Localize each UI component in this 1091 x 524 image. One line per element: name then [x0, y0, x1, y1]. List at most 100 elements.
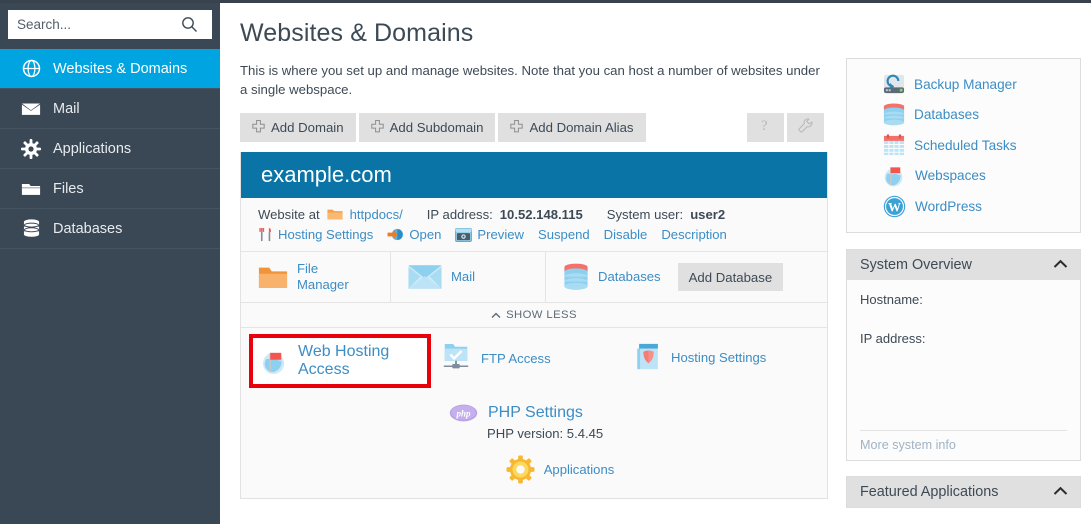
php-icon: php — [449, 404, 478, 422]
button-label: Add Domain — [271, 120, 344, 135]
grid-item-label: Web Hosting Access — [298, 343, 390, 378]
action-description[interactable]: Description — [661, 227, 727, 242]
hosting-grid-row: Web Hosting Access FTP Access Hosting Se… — [241, 328, 827, 398]
php-block: php PHP Settings PHP version: 5.4.45 — [449, 404, 603, 441]
database-stack-icon — [563, 263, 589, 291]
applications-label: Applications — [543, 462, 615, 477]
featured-applications-panel: Featured Applications — [846, 476, 1081, 508]
toolbar: Add Domain Add Subdomain Add Domain Alia… — [240, 113, 649, 142]
tile-label: Mail — [451, 269, 476, 284]
tile-label: Databases — [598, 269, 661, 284]
php-settings-label: PHP Settings — [488, 404, 583, 421]
button-label: Add Subdomain — [389, 120, 484, 135]
quick-link-webspaces[interactable]: Webspaces — [847, 160, 1080, 191]
tile-file-manager[interactable]: File Manager — [241, 252, 391, 302]
ftp-folder-check-icon — [441, 342, 471, 374]
sidebar-item-applications[interactable]: Applications — [0, 129, 220, 169]
globe-flag-icon — [883, 164, 906, 187]
plus-icon — [370, 119, 384, 136]
ip-address-label: IP address: — [860, 331, 926, 346]
tile-label: File Manager — [297, 261, 349, 292]
yellow-gear-icon — [506, 455, 535, 484]
action-disable[interactable]: Disable — [604, 227, 648, 242]
action-label: Open — [409, 227, 442, 242]
quick-link-scheduled-tasks[interactable]: Scheduled Tasks — [847, 130, 1080, 160]
system-overview-header[interactable]: System Overview — [847, 250, 1080, 280]
grid-item-web-hosting-access[interactable]: Web Hosting Access — [249, 334, 431, 388]
question-mark-icon: ? — [758, 117, 773, 139]
grid-item-applications[interactable]: Applications — [506, 455, 615, 484]
grid-item-ftp-access[interactable]: FTP Access — [441, 342, 551, 374]
add-subdomain-button[interactable]: Add Subdomain — [358, 113, 496, 142]
website-at-label: Website at — [258, 207, 320, 222]
hostname-label: Hostname: — [860, 292, 923, 307]
action-suspend[interactable]: Suspend — [538, 227, 590, 242]
shield-panel-icon — [636, 342, 661, 372]
system-overview-panel: System Overview Hostname: IP address: Mo… — [846, 249, 1081, 461]
help-button[interactable]: ? — [747, 113, 784, 142]
preview-icon — [455, 227, 473, 242]
more-system-info-link[interactable]: More system info — [860, 431, 1067, 460]
sidebar-item-label: Mail — [53, 100, 80, 117]
search-input[interactable] — [8, 11, 174, 38]
sidebar-item-label: Databases — [53, 220, 123, 237]
show-less-toggle[interactable]: SHOW LESS — [241, 302, 827, 328]
tile-mail[interactable]: Mail — [391, 252, 546, 302]
add-database-button[interactable]: Add Database — [677, 263, 784, 291]
add-domain-alias-button[interactable]: Add Domain Alias — [498, 113, 646, 142]
action-hosting-settings[interactable]: Hosting Settings — [258, 227, 373, 242]
sidebar: Websites & Domains Mail — [0, 3, 220, 524]
folder-icon — [18, 178, 44, 200]
sidebar-item-label: Files — [53, 180, 84, 197]
php-settings-link[interactable]: php PHP Settings — [449, 404, 603, 422]
orange-folder-icon — [327, 208, 343, 221]
sidebar-item-websites-domains[interactable]: Websites & Domains — [0, 49, 220, 89]
open-arrow-icon — [387, 227, 404, 242]
svg-text:?: ? — [761, 118, 768, 134]
plus-icon — [510, 119, 524, 136]
quick-link-wordpress[interactable]: W WordPress — [847, 191, 1080, 222]
domain-name: example.com — [261, 162, 392, 187]
search-box[interactable] — [8, 10, 212, 39]
add-domain-button[interactable]: Add Domain — [240, 113, 356, 142]
envelope-icon — [18, 98, 44, 120]
right-column: Backup Manager Databases Scheduled Tasks… — [846, 58, 1081, 508]
search-icon[interactable] — [174, 10, 204, 39]
tile-databases[interactable]: Databases Add Database — [546, 252, 827, 302]
quick-link-backup-manager[interactable]: Backup Manager — [847, 69, 1080, 99]
action-label: Preview — [477, 227, 524, 242]
tools-button[interactable] — [787, 113, 824, 142]
sidebar-item-files[interactable]: Files — [0, 169, 220, 209]
button-label: Add Domain Alias — [529, 120, 634, 135]
wordpress-icon: W — [883, 195, 906, 218]
show-less-label: SHOW LESS — [506, 309, 577, 321]
database-icon — [18, 218, 44, 240]
grid-item-label: FTP Access — [481, 350, 551, 366]
sidebar-item-databases[interactable]: Databases — [0, 209, 220, 249]
system-user-value: user2 — [690, 207, 726, 222]
wrench-icon — [797, 117, 814, 139]
action-preview[interactable]: Preview — [455, 227, 524, 242]
panel-title: System Overview — [860, 257, 972, 273]
featured-applications-header[interactable]: Featured Applications — [847, 477, 1080, 507]
domain-info-row: Website at httpdocs/ IP address: 10.52.1… — [241, 198, 827, 224]
quick-link-databases[interactable]: Databases — [847, 99, 1080, 130]
ip-address-label: IP address: — [426, 207, 493, 222]
action-open[interactable]: Open — [387, 227, 441, 242]
globe-icon — [18, 58, 44, 80]
php-version-text: PHP version: 5.4.45 — [487, 426, 604, 441]
tools-fork-knife-icon — [258, 227, 273, 242]
sidebar-nav: Websites & Domains Mail Applications Fil… — [0, 49, 220, 249]
chevron-up-icon[interactable] — [1053, 256, 1068, 274]
domain-card: example.com Website at httpdocs/ IP addr… — [240, 152, 828, 499]
blue-envelope-icon — [408, 264, 442, 290]
page-description: This is where you set up and manage webs… — [240, 63, 820, 97]
domain-tiles: File Manager Mail Databases Add Database — [241, 251, 827, 302]
quick-link-label: Backup Manager — [914, 76, 1017, 92]
grid-item-hosting-settings[interactable]: Hosting Settings — [636, 342, 766, 372]
httpdocs-link[interactable]: httpdocs/ — [350, 207, 403, 222]
applications-row: Applications — [241, 445, 827, 498]
sidebar-item-mail[interactable]: Mail — [0, 89, 220, 129]
chevron-up-icon[interactable] — [1053, 483, 1068, 501]
plus-icon — [252, 119, 265, 136]
